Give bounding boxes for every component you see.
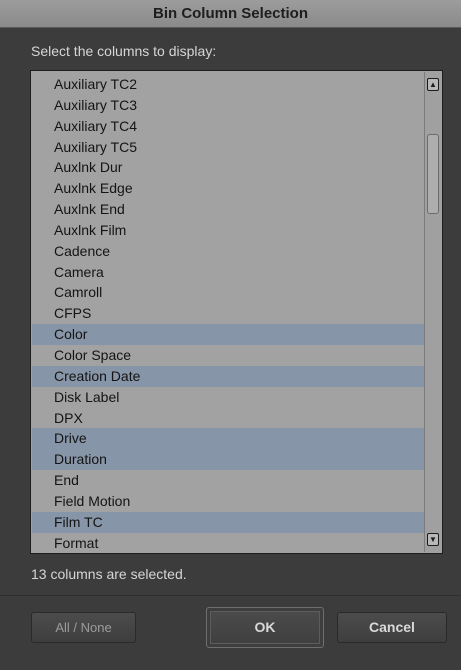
column-list-item[interactable]: Cadence [32, 241, 426, 262]
column-list-rows: Auxiliary TC2 Auxiliary TC3 Auxiliary TC4 A… [32, 74, 426, 553]
column-list-item[interactable]: Camera [32, 262, 426, 283]
scroll-up-icon[interactable]: ▲ [427, 78, 439, 91]
column-list-item[interactable]: Disk Label [32, 387, 426, 408]
scroll-thumb[interactable] [427, 134, 439, 214]
column-list-item[interactable]: Auxiliary TC3 [32, 95, 426, 116]
divider [0, 595, 461, 596]
column-list[interactable]: Auxiliary TC2 Auxiliary TC3 Auxiliary TC4 A… [30, 70, 443, 554]
column-list-item[interactable]: End [32, 470, 426, 491]
cancel-button[interactable]: Cancel [337, 612, 447, 643]
column-list-item[interactable]: Auxlnk Dur [32, 157, 426, 178]
column-list-item[interactable]: Auxiliary TC4 [32, 116, 426, 137]
bin-column-selection-dialog: Bin Column Selection Select the columns … [0, 0, 461, 670]
instruction-label: Select the columns to display: [31, 43, 217, 59]
column-list-item[interactable]: Duration [32, 449, 426, 471]
column-list-item[interactable]: Drive [32, 428, 426, 450]
column-list-item[interactable]: Auxiliary TC5 [32, 137, 426, 158]
scroll-down-icon[interactable]: ▼ [427, 533, 439, 546]
column-list-item[interactable]: Format [32, 533, 426, 553]
column-list-item[interactable]: Color Space [32, 345, 426, 366]
column-list-item[interactable]: Creation Date [32, 365, 426, 387]
ok-button[interactable]: OK [206, 607, 324, 648]
column-list-item[interactable]: Film TC [32, 511, 426, 533]
column-list-item[interactable]: CFPS [32, 303, 426, 324]
column-list-item[interactable]: Field Motion [32, 491, 426, 512]
column-list-item[interactable]: Auxlnk Edge [32, 178, 426, 199]
column-list-item[interactable]: Auxiliary TC2 [32, 74, 426, 95]
dialog-title: Bin Column Selection [0, 0, 461, 28]
column-list-item[interactable]: Auxlnk Film [32, 220, 426, 241]
vertical-scrollbar[interactable]: ▲ ▼ [424, 72, 441, 552]
selection-count-status: 13 columns are selected. [31, 566, 187, 582]
all-none-button[interactable]: All / None [31, 612, 136, 643]
column-list-item[interactable]: Color [32, 324, 426, 345]
column-list-item[interactable]: DPX [32, 408, 426, 429]
column-list-item[interactable]: Camroll [32, 282, 426, 303]
column-list-item[interactable]: Auxlnk End [32, 199, 426, 220]
